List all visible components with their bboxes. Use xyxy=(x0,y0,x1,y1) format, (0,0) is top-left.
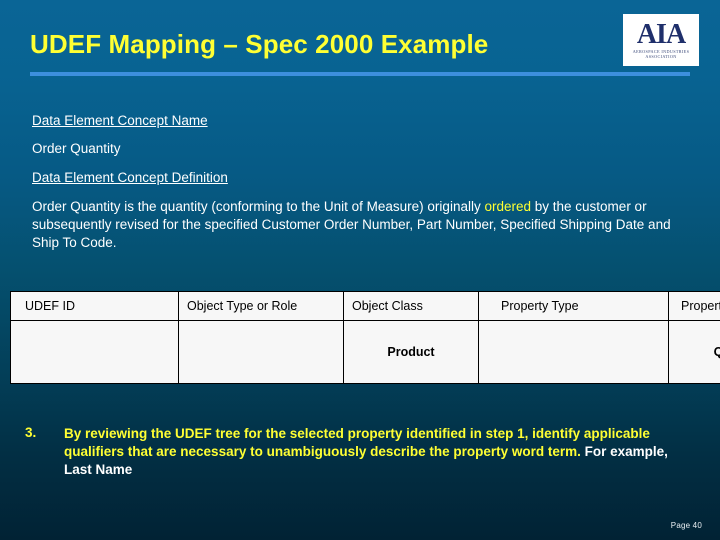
logo-subtitle-line2: ASSOCIATION xyxy=(645,54,677,60)
udef-mapping-table: UDEF ID Object Type or Role Object Class… xyxy=(10,291,720,384)
page-number: Page 40 xyxy=(670,521,702,530)
table-cell-property: Quantity xyxy=(668,320,720,384)
page-title: UDEF Mapping – Spec 2000 Example xyxy=(30,29,489,59)
table-header-object-class: Object Class xyxy=(343,291,479,321)
concept-definition-label: Data Element Concept Definition xyxy=(32,170,228,185)
table-cell-object-class: Product xyxy=(343,320,479,384)
table-header-property: Property xyxy=(668,291,720,321)
step-text-highlight: By reviewing the UDEF tree for the selec… xyxy=(64,426,650,459)
title-divider xyxy=(30,72,690,76)
logo-monogram: AIA xyxy=(636,19,686,51)
concept-definition-text: Order Quantity is the quantity (conformi… xyxy=(32,198,692,252)
step-number: 3. xyxy=(25,425,37,440)
concept-name-value: Order Quantity xyxy=(32,141,121,156)
table-header-object-type: Object Type or Role xyxy=(178,291,344,321)
aia-logo: AIA AEROSPACE INDUSTRIES ASSOCIATION xyxy=(623,14,699,66)
table-header-row: UDEF ID Object Type or Role Object Class… xyxy=(10,291,720,321)
table-header-property-type: Property Type xyxy=(478,291,669,321)
table-cell-property-type xyxy=(478,320,669,384)
definition-highlight-word: ordered xyxy=(484,199,532,214)
table-cell-object-type xyxy=(178,320,344,384)
table-header-udef-id: UDEF ID xyxy=(10,291,179,321)
concept-name-label: Data Element Concept Name xyxy=(32,113,208,128)
definition-part-1: Order Quantity is the quantity (conformi… xyxy=(32,199,485,214)
table-cell-udef-id xyxy=(10,320,179,384)
step-text: By reviewing the UDEF tree for the selec… xyxy=(64,425,684,479)
slide-canvas: UDEF Mapping – Spec 2000 Example AIA AER… xyxy=(0,0,720,540)
table-row: Product Quantity xyxy=(10,320,720,384)
